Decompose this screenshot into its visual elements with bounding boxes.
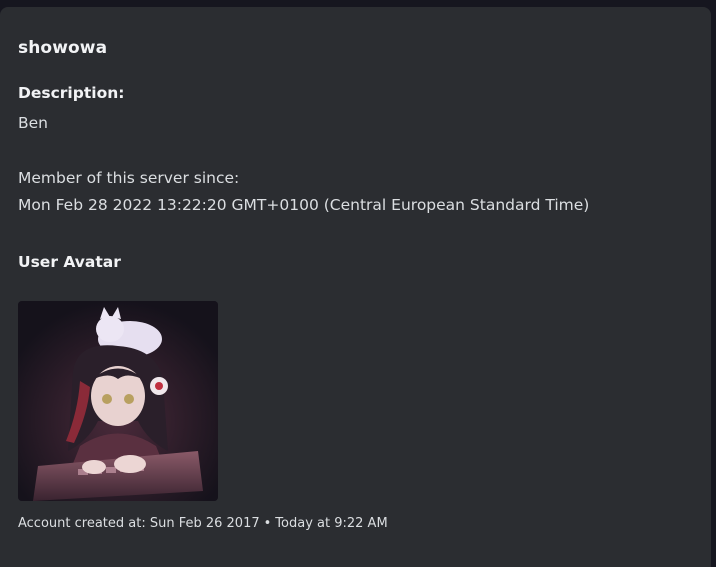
member-since-label: Member of this server since: [18,169,240,187]
user-avatar-image[interactable] [18,301,218,501]
description-value: Ben [18,114,48,132]
footer-account-created: Account created at: Sun Feb 26 2017 [18,516,260,531]
member-since-value: Mon Feb 28 2022 13:22:20 GMT+0100 (Centr… [18,196,590,214]
embed-title: showowa [18,38,108,58]
description-label: Description: [18,84,125,102]
user-info-embed: showowa Description: Ben Member of this … [0,7,711,567]
footer-timestamp: Today at 9:22 AM [275,516,388,531]
avatar-heading: User Avatar [18,253,121,271]
embed-footer: Account created at: Sun Feb 26 2017 • Toda… [18,516,388,531]
footer-separator: • [263,516,272,531]
